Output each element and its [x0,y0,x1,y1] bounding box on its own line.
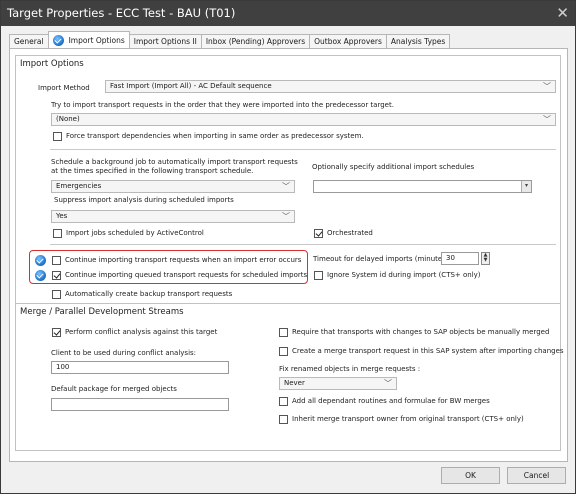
backup-checkbox[interactable] [52,290,61,299]
import-options-title: Import Options [20,59,84,69]
continue-queued-label: Continue importing queued transport requ… [65,271,308,279]
package-input[interactable] [51,398,229,411]
schedule-select[interactable]: Emergencies ﹀ [51,180,295,193]
suppress-select[interactable]: Yes ﹀ [51,210,295,223]
import-method-select[interactable]: Fast Import (Import All) - AC Default se… [105,80,556,93]
chevron-down-icon: ﹀ [543,82,551,91]
ignore-sysid-label: Ignore System id during import (CTS+ onl… [327,271,481,279]
checkmark-badge-icon [52,34,64,46]
timeout-label: Timeout for delayed imports (minutes) [313,255,449,263]
fix-renamed-select[interactable]: Never ﹀ [279,377,397,390]
ignore-sysid-checkbox[interactable] [314,271,323,280]
client-value: 100 [56,363,70,371]
divider [50,244,556,245]
import-options-group: Import Options Import Method Fast Import… [15,55,561,311]
target-properties-window: Target Properties - ECC Test - BAU (T01)… [0,0,576,494]
fix-renamed-label: Fix renamed objects in merge requests : [279,365,421,373]
inherit-owner-checkbox[interactable] [279,415,288,424]
tab-label: Import Options [68,35,125,45]
checkmark-badge-icon [35,270,46,281]
timeout-input[interactable]: 30 [441,252,479,265]
merge-title: Merge / Parallel Development Streams [20,307,184,317]
tab-label: Import Options II [133,37,197,46]
orchestrated-label: Orchestrated [327,229,373,237]
conflict-analysis-label: Perform conflict analysis against this t… [65,328,218,336]
fix-renamed-value: Never [284,379,305,387]
tab-label: Analysis Types [390,37,446,46]
tab-label: Inbox (Pending) Approvers [205,37,306,46]
create-merge-checkbox[interactable] [279,347,288,356]
continue-queued-checkbox[interactable] [52,271,61,280]
chevron-down-icon: ﹀ [543,115,551,124]
additional-schedules-combo[interactable]: ▾ [313,180,532,193]
package-label: Default package for merged objects [51,385,177,393]
cancel-button[interactable]: Cancel [507,467,566,484]
window-title: Target Properties - ECC Test - BAU (T01) [7,6,236,20]
tab-outbox-approvers[interactable]: Outbox Approvers [309,34,387,48]
order-select[interactable]: (None) ﹀ [51,113,556,126]
tab-label: General [14,37,44,46]
schedule-label-line2: at the times specified in the following … [51,167,254,175]
merge-group: Merge / Parallel Development Streams Per… [15,303,564,451]
suppress-label: Suppress import analysis during schedule… [54,196,234,204]
chevron-down-icon: ﹀ [282,212,290,221]
tab-analysis-types[interactable]: Analysis Types [385,34,451,48]
add-dependant-checkbox[interactable] [279,397,288,406]
continue-on-error-checkbox[interactable] [52,256,61,265]
order-label: Try to import transport requests in the … [51,101,394,109]
inherit-owner-label: Inherit merge transport owner from origi… [292,415,524,423]
client-input[interactable]: 100 [51,361,229,374]
force-dependencies-label: Force transport dependencies when import… [66,132,364,140]
dropdown-arrow-icon[interactable]: ▾ [521,181,531,192]
activecontrol-checkbox[interactable] [53,229,62,238]
create-merge-label: Create a merge transport request in this… [292,347,564,355]
tab-bar: General Import Options Import Options II… [9,31,451,48]
divider [50,149,556,150]
tab-general[interactable]: General [9,34,49,48]
checkmark-badge-icon [35,255,46,266]
tab-import-options[interactable]: Import Options [47,31,130,48]
require-manual-merge-checkbox[interactable] [279,328,288,337]
force-dependencies-checkbox[interactable] [53,132,62,141]
activecontrol-label: Import jobs scheduled by ActiveControl [66,229,204,237]
backup-label: Automatically create backup transport re… [65,290,233,298]
schedule-label-line1: Schedule a background job to automatical… [51,158,298,166]
orchestrated-checkbox[interactable] [314,229,323,238]
close-icon[interactable]: ✕ [556,1,569,26]
title-bar: Target Properties - ECC Test - BAU (T01)… [1,1,575,26]
continue-on-error-label: Continue importing transport requests wh… [65,256,302,264]
client-label: Client to be used during conflict analys… [51,349,197,357]
import-method-label: Import Method [38,84,90,92]
ok-button[interactable]: OK [441,467,500,484]
import-method-value: Fast Import (Import All) - AC Default se… [110,82,272,90]
tab-label: Outbox Approvers [314,37,382,46]
schedule-value: Emergencies [56,182,102,190]
conflict-analysis-checkbox[interactable] [52,328,61,337]
additional-schedules-label: Optionally specify additional import sch… [312,163,475,171]
add-dependant-label: Add all dependant routines and formulae … [292,397,490,405]
tab-inbox-approvers[interactable]: Inbox (Pending) Approvers [200,34,311,48]
tab-panel: Import Options Import Method Fast Import… [9,48,568,462]
timeout-value: 30 [446,254,455,262]
chevron-down-icon: ﹀ [384,379,392,388]
suppress-value: Yes [56,212,68,220]
spinner-icon[interactable]: ▲ ▼ [481,252,490,265]
order-value: (None) [56,115,80,123]
tab-import-options-ii[interactable]: Import Options II [128,34,202,48]
require-manual-merge-label: Require that transports with changes to … [292,328,550,336]
chevron-down-icon: ﹀ [282,182,290,191]
